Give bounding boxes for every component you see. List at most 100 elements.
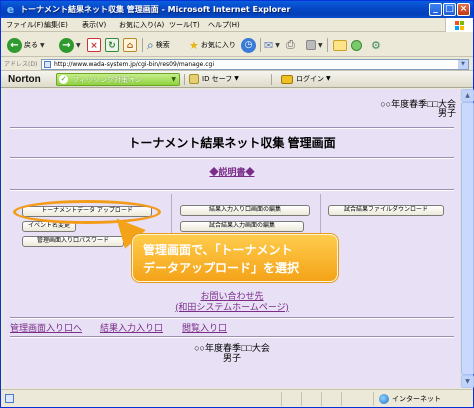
divider [10,189,454,191]
edit-icon [306,40,316,50]
result-screen-edit-button[interactable]: 試合結果入力画面の編集 [180,221,304,232]
toolbar-divider [142,38,143,52]
idsafe-icon [189,74,199,84]
login-label: ログイン [296,75,324,83]
chevron-down-icon: ▼ [234,75,239,82]
edit-button[interactable]: ▼ [306,37,323,53]
title-bar: e トーナメント結果ネット収集 管理画面 - Microsoft Interne… [1,1,473,18]
page-icon [44,61,51,68]
toolbar: ← 戻る ▼ → ▼ × ↻ ⌂ ⌕ 検索 ★ お気に入り ◷ ✉ ▼ ⎙ ▼ … [1,33,473,57]
browse-entry-link[interactable]: 閲覧入り口 [182,323,227,333]
idsafe-button[interactable]: ID セーフ ▼ [189,74,239,84]
home-button[interactable]: ⌂ [123,37,137,53]
manual-link[interactable]: ◆説明書◆ [4,167,460,178]
result-entry-link[interactable]: 結果入力入り口 [100,323,163,333]
homepage-link[interactable]: (和田システムホームページ) [4,302,460,312]
toolbar-divider [260,38,261,52]
close-button[interactable]: × [457,3,470,16]
back-label: 戻る [24,41,38,49]
manage-entry-link[interactable]: 管理画面入り口へ [10,323,82,333]
toolbar-divider [271,74,272,85]
back-arrow-icon: ← [7,37,22,53]
instruction-callout: 管理画面で、「トーナメント データアップロード」を選択 [132,234,338,282]
status-cell [321,392,322,406]
maximize-button[interactable]: □ [443,3,456,16]
chevron-down-icon[interactable]: ▼ [458,60,468,69]
header-category: 男子 [437,108,456,118]
favorites-button[interactable]: ★ お気に入り [189,37,236,53]
page-status-icon [5,394,14,403]
refresh-button[interactable]: ↻ [105,37,119,53]
norton-toolbar: Norton ✓ フィッシング対策オン ▼ ID セーフ ▼ ログイン ▼ [1,71,473,88]
print-icon: ⎙ [286,38,295,51]
menu-favorites[interactable]: お気に入り(A) [119,20,164,30]
messenger-icon [351,39,362,51]
mail-button[interactable]: ✉ ▼ [264,37,280,53]
phishing-protection-button[interactable]: ✓ フィッシング対策オン ▼ [56,73,180,86]
checkmark-icon: ✓ [59,75,68,84]
divider [10,317,454,319]
entry-screen-edit-button[interactable]: 結果入力入り口画面の編集 [180,205,310,216]
menu-bar: ファイル(F) 編集(E) 表示(V) お気に入り(A) ツール(T) ヘルプ(… [1,18,473,32]
gear-icon: ⚙ [371,38,381,52]
chevron-down-icon: ▼ [275,41,280,49]
norton-logo[interactable]: Norton [8,73,41,86]
divider [10,157,454,159]
chevron-down-icon: ▼ [171,76,176,83]
window-title: トーナメント結果ネット収集 管理画面 - Microsoft Internet … [20,5,291,14]
refresh-icon: ↻ [105,38,119,52]
toolbar-divider [184,74,185,85]
folder-icon [333,39,347,51]
scroll-down-button[interactable]: ▼ [461,375,474,388]
contact-link[interactable]: お問い合わせ先 [4,291,460,301]
page-content: ○○年度春季□□大会 男子 トーナメント結果ネット収集 管理画面 ◆説明書◆ ト… [4,89,460,388]
forward-button[interactable]: → ▼ [59,37,81,53]
search-button[interactable]: ⌕ 検索 [147,37,170,53]
stop-button[interactable]: × [87,37,101,53]
vertical-scrollbar[interactable]: ▲ ▼ [460,89,474,388]
folder-button[interactable] [333,37,347,53]
back-button[interactable]: ← 戻る ▼ [7,37,45,53]
password-button[interactable]: 管理画面入り口パスワード [22,236,124,247]
mail-icon: ✉ [264,38,274,52]
menu-file[interactable]: ファイル(F) [6,20,44,30]
menu-view[interactable]: 表示(V) [82,20,106,30]
forward-arrow-icon: → [59,37,74,53]
callout-line-1: 管理画面で、「トーナメント [143,243,293,257]
print-button[interactable]: ⎙ [286,37,295,53]
messenger-button[interactable] [351,37,362,53]
chevron-down-icon: ▼ [318,41,323,49]
phishing-label: フィッシング対策オン [72,76,142,84]
menu-edit[interactable]: 編集(E) [44,20,68,30]
address-input[interactable]: http://www.wada-system.jp/cgi-bin/res09/… [41,59,469,70]
menu-help[interactable]: ヘルプ(H) [208,20,240,30]
scroll-up-button[interactable]: ▲ [461,89,474,102]
highlight-ring [13,200,161,224]
status-cell [341,392,342,406]
search-icon: ⌕ [147,37,154,52]
chevron-down-icon: ▼ [40,41,45,49]
login-icon [281,74,293,84]
result-download-button[interactable]: 試合結果ファイルダウンロード [328,205,444,216]
stop-icon: × [87,38,101,52]
favorites-label: お気に入り [200,41,236,49]
chevron-down-icon: ▼ [326,75,331,82]
ie-logo-icon: e [6,3,15,16]
page-title: トーナメント結果ネット収集 管理画面 [128,136,336,150]
history-button[interactable]: ◷ [241,37,256,53]
scroll-thumb[interactable] [461,102,474,375]
footer-event-name: ○○年度春季□□大会 [194,343,270,353]
status-cell [281,392,282,406]
login-button[interactable]: ログイン ▼ [281,74,331,84]
menu-tools[interactable]: ツール(T) [169,20,200,30]
windows-flag-icon [445,18,473,32]
divider [10,336,454,338]
security-zone: インターネット [379,393,441,405]
zone-label: インターネット [392,395,441,403]
tools-button[interactable]: ⚙ [371,37,381,53]
minimize-button[interactable]: _ [429,3,442,16]
status-cell [301,392,302,406]
address-bar: アドレス(D) http://www.wada-system.jp/cgi-bi… [1,58,473,71]
search-label: 検索 [155,41,170,49]
status-cell [373,392,374,406]
